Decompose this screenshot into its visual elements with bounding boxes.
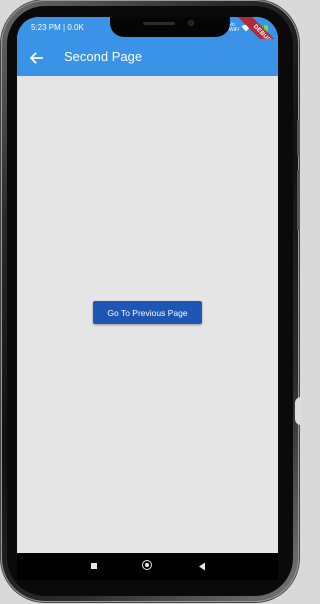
system-nav-bar — [17, 553, 278, 580]
network-label: Vo WiFi — [229, 22, 239, 33]
camera-notch — [110, 17, 230, 37]
back-triangle-icon[interactable] — [198, 562, 206, 571]
status-time: 5:23 PM | 0.0K — [31, 23, 84, 32]
page-title: Second Page — [64, 49, 143, 64]
power-button — [297, 120, 300, 156]
device-canvas: 5:23 PM | 0.0K Vo WiFi 60 DEBUG Second P… — [0, 0, 301, 604]
recents-square-icon[interactable] — [91, 563, 97, 569]
arrow-left-icon — [29, 52, 43, 64]
app-bar: Second Page — [17, 39, 278, 76]
home-dot — [145, 563, 149, 567]
volume-button — [297, 170, 300, 230]
page-body: Go To Previous Page — [17, 76, 278, 553]
back-button[interactable] — [25, 47, 47, 69]
side-edge-handle[interactable] — [295, 397, 301, 425]
home-circle-icon[interactable] — [142, 560, 152, 570]
front-camera — [188, 20, 194, 26]
earpiece-speaker — [143, 22, 175, 25]
go-to-previous-page-button[interactable]: Go To Previous Page — [93, 301, 202, 324]
screen: 5:23 PM | 0.0K Vo WiFi 60 DEBUG Second P… — [17, 17, 278, 553]
